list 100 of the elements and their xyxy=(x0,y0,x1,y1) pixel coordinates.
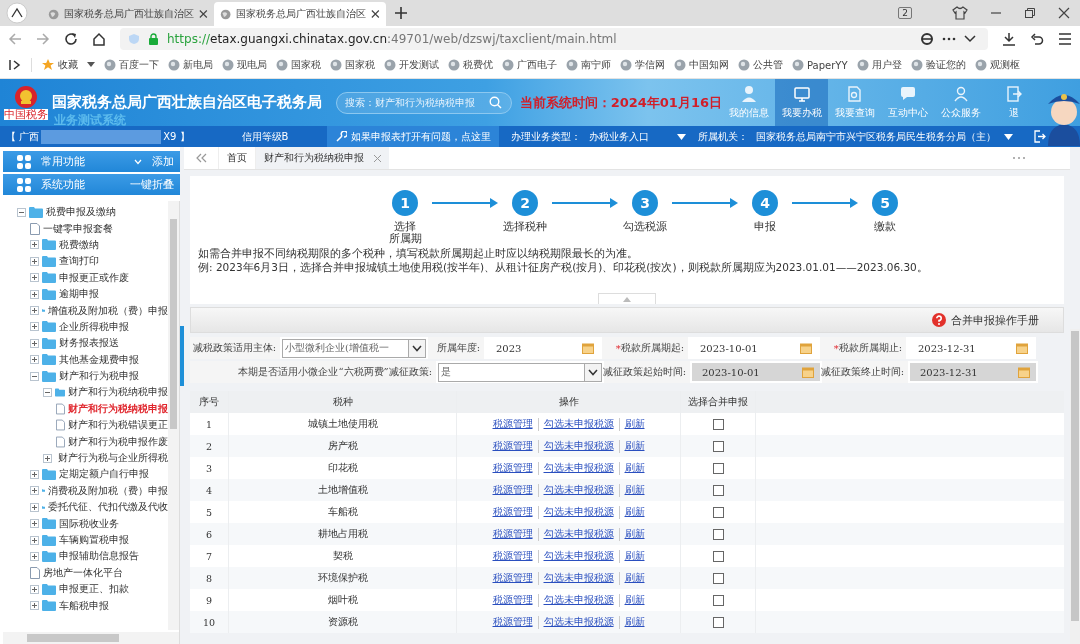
expand-toggle[interactable] xyxy=(30,289,39,299)
expand-toggle[interactable] xyxy=(30,502,39,512)
checkbox[interactable] xyxy=(712,418,724,430)
expand-toggle[interactable] xyxy=(17,207,26,217)
tree-item[interactable]: 申报更正或作废 xyxy=(59,270,129,285)
action-link[interactable]: 刷新 xyxy=(618,549,650,563)
expand-toggle[interactable] xyxy=(30,322,39,332)
checkbox[interactable] xyxy=(712,550,724,562)
action-link[interactable]: 勾选未申报税源 xyxy=(537,549,619,563)
date-field[interactable]: 2023-10-01 xyxy=(690,339,818,357)
bookmark[interactable]: 南宁师 xyxy=(566,58,611,72)
action-link[interactable]: 税源管理 xyxy=(487,615,538,629)
more-icon[interactable] xyxy=(942,37,956,41)
select-field[interactable]: 小型微利企业(增值税一 xyxy=(282,338,426,358)
tree-item[interactable]: 一键零申报套餐 xyxy=(43,221,113,236)
tree-item[interactable]: 查询打印 xyxy=(59,254,99,269)
action-link[interactable]: 勾选未申报税源 xyxy=(537,571,619,585)
bookmark[interactable]: 开发测试 xyxy=(384,58,439,72)
chevron-down-icon[interactable] xyxy=(964,35,976,43)
scrollbar[interactable] xyxy=(3,632,179,644)
tree-item[interactable]: 财务报表报送 xyxy=(59,336,119,351)
bookmark[interactable]: 新电局 xyxy=(168,58,213,72)
tree-item[interactable]: 财产和行为税错误更正 xyxy=(68,418,168,433)
double-chevron-icon[interactable] xyxy=(196,153,208,163)
caret-icon[interactable] xyxy=(87,62,95,68)
action-link[interactable]: 刷新 xyxy=(618,615,650,629)
bookmark[interactable]: 验证您的 xyxy=(910,58,966,72)
bookmark[interactable]: 公共管 xyxy=(738,58,783,72)
expand-toggle[interactable] xyxy=(30,355,39,365)
expand-toggle[interactable] xyxy=(30,240,39,250)
checkbox[interactable] xyxy=(712,528,724,540)
page-tab[interactable]: 财产和行为税纳税申报 xyxy=(255,147,389,169)
action-link[interactable]: 刷新 xyxy=(618,593,650,607)
date-field[interactable]: 2023-12-31 xyxy=(908,339,1034,357)
menu-icon[interactable] xyxy=(1058,33,1072,45)
tree-item[interactable]: 国际税收业务 xyxy=(59,516,119,531)
expand-toggle[interactable] xyxy=(30,519,39,529)
expand-toggle[interactable] xyxy=(30,551,39,561)
bookmark[interactable]: 国家税 xyxy=(330,58,375,72)
expand-toggle[interactable] xyxy=(30,338,39,348)
tree-item[interactable]: 申报更正、扣款 xyxy=(59,582,129,597)
exit-icon[interactable] xyxy=(1033,130,1046,143)
bookmark[interactable]: 百度一下 xyxy=(104,58,159,72)
collapse-handle[interactable] xyxy=(180,325,184,386)
action-link[interactable]: 勾选未申报税源 xyxy=(537,483,619,497)
tree-item[interactable]: 财产和行为税申报作废 xyxy=(68,434,168,449)
action-link[interactable]: 勾选未申报税源 xyxy=(537,461,619,475)
bookmark[interactable]: 中国知网 xyxy=(674,58,729,72)
browser-tab[interactable]: 国家税务总局广西壮族自治区 xyxy=(214,2,386,26)
tree-item[interactable]: 消费税及附加税（费）申报 xyxy=(48,483,168,498)
tree-item[interactable]: 企业所得税申报 xyxy=(59,319,129,334)
checkbox[interactable] xyxy=(712,594,724,606)
action-link[interactable]: 勾选未申报税源 xyxy=(537,505,619,519)
action-link[interactable]: 税源管理 xyxy=(487,527,538,541)
action-link[interactable]: 税源管理 xyxy=(487,593,538,607)
collapse-handle[interactable] xyxy=(598,293,656,304)
action-link[interactable]: 税源管理 xyxy=(487,417,538,431)
expand-toggle[interactable] xyxy=(30,256,39,266)
action-link[interactable]: 刷新 xyxy=(618,439,650,453)
authority-dropdown[interactable]: 国家税务总局南宁市兴宁区税务局民生税务分局（主） xyxy=(756,129,1013,144)
expand-toggle[interactable] xyxy=(30,371,39,381)
expand-toggle[interactable] xyxy=(43,388,52,397)
business-type-dropdown[interactable]: 办税业务入口 xyxy=(589,129,686,144)
action-link[interactable]: 勾选未申报税源 xyxy=(537,593,619,607)
bookmark[interactable]: 学信网 xyxy=(620,58,665,72)
manual-link[interactable]: 合并申报操作手册 xyxy=(932,312,1039,328)
home-icon[interactable] xyxy=(92,32,106,46)
tree-item[interactable]: 税费缴纳 xyxy=(59,237,99,252)
search-field[interactable]: 搜索：财产和行为税纳税申报 xyxy=(336,91,512,114)
action-link[interactable]: 税源管理 xyxy=(487,439,538,453)
tree-item[interactable]: 房地产一体化平台 xyxy=(43,565,123,580)
bookmark[interactable]: 国家税 xyxy=(276,58,321,72)
checkbox[interactable] xyxy=(712,506,724,518)
bookmark[interactable]: 税费优 xyxy=(448,58,493,72)
tree-item[interactable]: 车船税申报 xyxy=(59,598,109,613)
browser-tab[interactable]: 国家税务总局广西壮族自治区 xyxy=(42,2,214,26)
download-icon[interactable] xyxy=(1002,32,1016,46)
action-link[interactable]: 刷新 xyxy=(618,417,650,431)
help-link[interactable]: 如果申报表打开有问题，点这里 xyxy=(327,126,499,147)
new-tab-icon[interactable] xyxy=(394,6,408,20)
expand-toggle[interactable] xyxy=(30,273,39,283)
undo-icon[interactable] xyxy=(1030,32,1044,46)
close-icon[interactable] xyxy=(199,9,208,19)
tab-count[interactable]: 2 xyxy=(898,7,912,19)
expand-toggle[interactable] xyxy=(30,535,39,545)
tree-item[interactable]: 申报辅助信息报告 xyxy=(59,549,139,564)
tree-item[interactable]: 财产和行为税申报 xyxy=(59,369,139,384)
tree-item[interactable]: 财产和行为税纳税申报 xyxy=(68,385,168,400)
select-field[interactable]: 是 xyxy=(438,362,602,382)
action-link[interactable]: 勾选未申报税源 xyxy=(537,527,619,541)
expand-toggle[interactable] xyxy=(30,601,39,611)
reload-icon[interactable] xyxy=(64,32,78,46)
date-field[interactable]: 2023 xyxy=(486,339,600,357)
tree-item[interactable]: 税费申报及缴纳 xyxy=(46,205,116,220)
action-link[interactable]: 税源管理 xyxy=(487,549,538,563)
action-link[interactable]: 税源管理 xyxy=(487,461,538,475)
address-field[interactable]: https://etax.guangxi.chinatax.gov.cn:49701/web/dzswj/taxclient/main.html xyxy=(120,28,988,50)
expand-toggle[interactable] xyxy=(30,486,39,496)
tree-item[interactable]: 委托代征、代扣代缴及代收 xyxy=(48,500,168,515)
action-link[interactable]: 税源管理 xyxy=(487,505,538,519)
